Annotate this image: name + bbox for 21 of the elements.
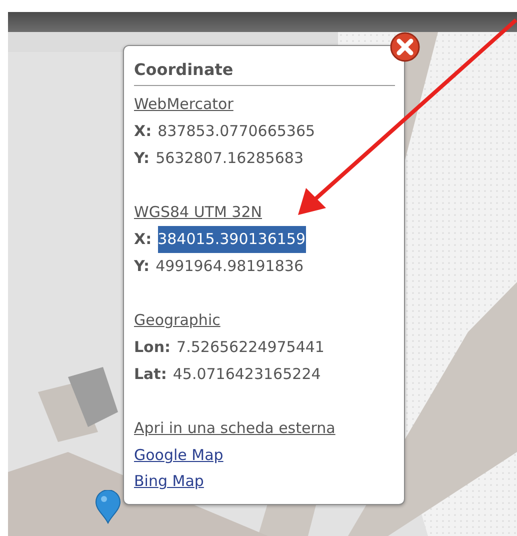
map-link[interactable]: Bing Map: [134, 468, 204, 494]
coordinate-label: X:: [134, 229, 152, 250]
coordinate-value: 837853.0770665365: [158, 121, 316, 142]
coordinate-label: Lon:: [134, 337, 171, 358]
selected-coordinate-value: 384015.390136159: [158, 226, 306, 253]
section-heading: WGS84 UTM 32N: [134, 202, 262, 223]
coordinate-value: 45.0716423165224: [172, 364, 321, 385]
popup-title: Coordinate: [134, 60, 234, 81]
map-pin-icon[interactable]: [95, 490, 121, 524]
close-icon[interactable]: [390, 32, 420, 62]
section-heading: Geographic: [134, 310, 220, 331]
coordinate-label: Y:: [134, 148, 150, 169]
coordinate-value: 5632807.16285683: [156, 148, 304, 169]
coordinate-label: X:: [134, 121, 152, 142]
coordinate-label: Y:: [134, 256, 150, 277]
links-heading: Apri in una scheda esterna: [134, 418, 336, 439]
map-link[interactable]: Google Map: [134, 442, 224, 468]
coordinate-label: Lat:: [134, 364, 167, 385]
coordinate-value: 4991964.98191836: [156, 256, 304, 277]
coordinate-value: 7.52656224975441: [176, 337, 324, 358]
section-heading: WebMercator: [134, 94, 234, 115]
